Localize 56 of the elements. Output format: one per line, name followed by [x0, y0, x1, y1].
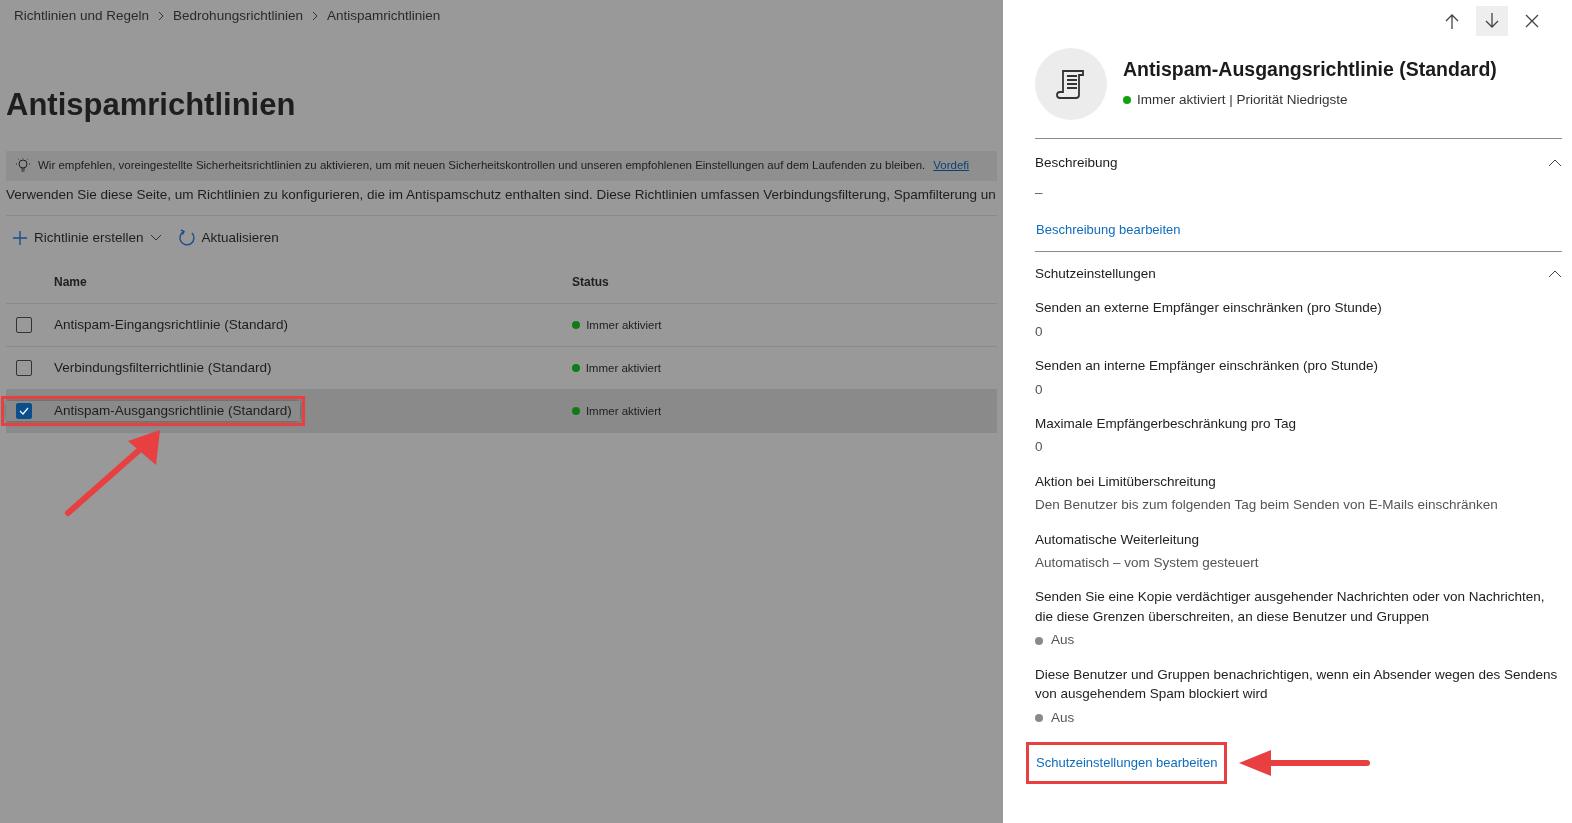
checkmark-icon: [19, 407, 29, 416]
lightbulb-icon: [16, 158, 30, 175]
row-checkbox[interactable]: [16, 317, 32, 334]
setting-value: Aus: [1051, 708, 1075, 727]
page-description: Verwenden Sie diese Seite, um Richtlinien zu konfigurieren, die im Antispamschutz enthalten sind. Diese Richtlinien umfassen Verbindungsfilterung, Spamfilterung un: [6, 180, 997, 216]
breadcrumb-current: Antispamrichtlinien: [326, 7, 441, 25]
arrow-down-icon: [1484, 13, 1500, 29]
breadcrumb-link[interactable]: Bedrohungsrichtlinien: [173, 6, 303, 27]
policy-name[interactable]: Verbindungsfilterrichtlinie (Standard): [54, 358, 272, 379]
status-text: Immer aktiviert: [586, 317, 662, 333]
setting-value: Aus: [1051, 631, 1075, 650]
policy-name[interactable]: Antispam-Eingangsrichtlinie (Standard): [54, 315, 289, 336]
setting-label: Maximale Empfängerbeschränkung pro Tag: [1035, 414, 1297, 433]
edit-link[interactable]: Beschreibung bearbeiten: [1035, 217, 1182, 241]
create-policy-button[interactable]: Richtlinie erstellen: [12, 227, 162, 249]
setting-value: 0: [1035, 438, 1044, 457]
panel-subtitle: Immer aktiviert | Priorität Niedrigste: [1137, 90, 1348, 109]
chevron-up-icon: [1548, 159, 1562, 168]
close-icon: [1524, 13, 1540, 29]
chevron-right-icon: [157, 11, 166, 22]
setting-label: Senden Sie eine Kopie verdächtiger ausgehender Nachrichten oder von Nachrichten, die diese Grenzen überschreiten, an diese Benutzer und Gruppen: [1035, 588, 1546, 626]
column-header: Status: [572, 274, 609, 289]
chevron-up-icon: [1548, 270, 1562, 279]
setting-label: Senden an externe Empfänger einschränken (pro Stunde): [1035, 299, 1383, 318]
setting-value: Automatisch – vom System gesteuert: [1035, 554, 1260, 573]
setting-label: Aktion bei Limitüberschreitung: [1035, 472, 1217, 491]
page-title: Antispamrichtlinien: [6, 86, 297, 124]
setting-value: Den Benutzer bis zum folgenden Tag beim Senden von E-Mails einschränken: [1035, 496, 1499, 515]
setting-label: Automatische Weiterleitung: [1035, 530, 1201, 549]
refresh-icon: [177, 229, 196, 248]
column-header: Name: [54, 274, 87, 289]
setting-value: –: [1035, 184, 1044, 203]
edit-link[interactable]: Schutzeinstellungen bearbeiten: [1035, 751, 1219, 775]
status-text: Immer aktiviert: [585, 360, 662, 376]
setting-label: Diese Benutzer und Gruppen benachrichtigen, wenn ein Absender wegen des Sendens von ausgehendem Spam blockiert wird: [1035, 665, 1559, 704]
status-dot: [1035, 713, 1043, 722]
banner-link[interactable]: Vordefi: [933, 157, 970, 175]
plus-icon: [12, 230, 28, 247]
banner-text: Wir empfehlen, voreingestellte Sicherheitsrichtlinien zu aktivieren, um mit neuen Sicherheitskontrollen und unseren empfohlenen Einstellungen auf dem Laufenden zu bleiben.: [38, 158, 926, 174]
section-header[interactable]: Beschreibung: [1035, 153, 1562, 174]
setting-value: 0: [1035, 380, 1044, 399]
breadcrumb-link[interactable]: Richtlinien und Regeln: [14, 6, 150, 27]
chevron-down-icon: [149, 234, 162, 243]
section-header[interactable]: Schutzeinstellungen: [1035, 264, 1562, 285]
refresh-button[interactable]: Aktualisieren: [177, 227, 279, 249]
chevron-right-icon: [310, 11, 319, 22]
policy-name[interactable]: Antispam-Ausgangsrichtlinie (Standard): [54, 401, 292, 422]
row-checkbox[interactable]: [16, 360, 32, 377]
setting-label: Senden an interne Empfänger einschränken (pro Stunde): [1035, 357, 1379, 376]
status-text: Immer aktiviert: [585, 403, 662, 419]
setting-value: 0: [1035, 322, 1044, 341]
next-button[interactable]: [1476, 6, 1508, 36]
status-dot: [1035, 636, 1043, 645]
panel-title: Antispam-Ausgangsrichtlinie (Standard): [1123, 58, 1497, 82]
row-checkbox[interactable]: [16, 403, 32, 420]
arrow-up-icon: [1444, 13, 1460, 29]
